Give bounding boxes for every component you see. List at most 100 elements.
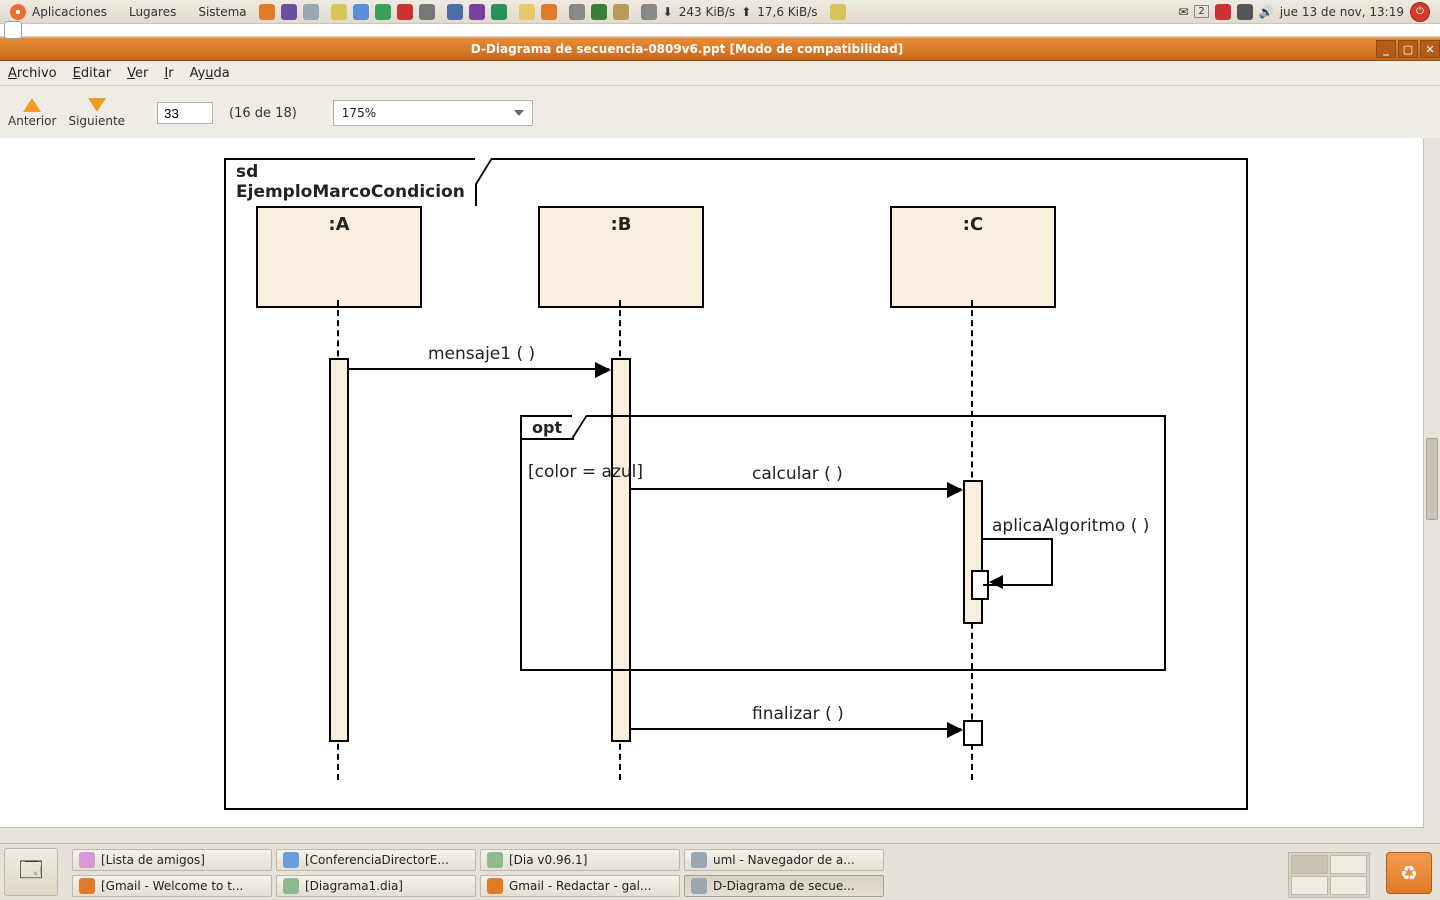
app-icon-8[interactable] xyxy=(491,4,507,20)
window-minimize-button[interactable]: _ xyxy=(1376,40,1396,58)
pidgin-icon xyxy=(79,852,95,868)
ubuntu-logo-icon[interactable] xyxy=(10,4,26,20)
tray-icon-1[interactable] xyxy=(830,4,846,20)
trash-button[interactable]: ♻ xyxy=(1386,852,1432,894)
evolution-icon[interactable] xyxy=(281,4,297,20)
prev-page-button[interactable]: Anterior xyxy=(8,98,56,128)
task-button[interactable]: [Gmail - Welcome to t... xyxy=(72,875,272,897)
task-button[interactable]: [Dia v0.96.1] xyxy=(480,849,680,871)
message-calcular-label: calcular ( ) xyxy=(752,464,843,484)
mail-badge: 2 xyxy=(1194,5,1208,18)
opt-frame-label: opt xyxy=(520,415,574,440)
message-calcular xyxy=(629,488,961,490)
window-close-button[interactable]: ✕ xyxy=(1420,40,1440,58)
uml-frame-title: sd EjemploMarcoCondicion xyxy=(224,158,477,206)
mail-icon[interactable]: ✉ xyxy=(1178,5,1188,19)
lifeline-head-C: :C xyxy=(890,206,1056,308)
task-label: D-Diagrama de secue... xyxy=(713,879,855,893)
document-viewport: sd EjemploMarcoCondicion :A :B :C mensaj… xyxy=(0,138,1440,842)
app-toolbar: Anterior Siguiente (16 de 18) 175% xyxy=(0,86,1440,141)
panel-clock[interactable]: jue 13 de nov, 13:19 xyxy=(1280,5,1404,19)
menu-go[interactable]: Ir xyxy=(164,66,173,81)
tray-icon-2[interactable] xyxy=(1215,4,1231,20)
task-button[interactable]: [Lista de amigos] xyxy=(72,849,272,871)
net-icon[interactable] xyxy=(641,4,657,20)
writer-icon xyxy=(283,852,299,868)
gnome-bottom-panel: 🗔 [Lista de amigos] [ConferenciaDirector… xyxy=(0,843,1440,900)
self-call-arrowhead-icon xyxy=(989,575,1003,589)
task-label: [Gmail - Welcome to t... xyxy=(101,879,243,893)
zoom-select[interactable]: 175% xyxy=(333,100,533,126)
power-icon[interactable]: ⏻ xyxy=(1410,2,1430,22)
app-icon-5[interactable] xyxy=(419,4,435,20)
message-mensaje1 xyxy=(347,368,609,370)
app-icon-1[interactable] xyxy=(331,4,347,20)
firefox-icon xyxy=(487,878,503,894)
scrollbar-thumb[interactable] xyxy=(1426,438,1438,520)
app-icon-9[interactable] xyxy=(519,4,535,20)
task-label: [ConferenciaDirectorE... xyxy=(305,853,449,867)
sound-icon[interactable]: 🔊 xyxy=(1259,5,1274,19)
prev-page-label: Anterior xyxy=(8,114,56,128)
task-button[interactable]: Gmail - Redactar - gal... xyxy=(480,875,680,897)
arrowhead-icon xyxy=(947,722,963,738)
next-page-button[interactable]: Siguiente xyxy=(68,98,125,128)
workspace-2[interactable] xyxy=(1330,855,1367,874)
app-icon-4[interactable] xyxy=(397,4,413,20)
message-algo-label: aplicaAlgoritmo ( ) xyxy=(992,516,1149,536)
lifeline-head-A: :A xyxy=(256,206,422,308)
app-icon-10[interactable] xyxy=(541,4,557,20)
panel-menu-apps[interactable]: Aplicaciones xyxy=(32,5,107,19)
page-number-input[interactable] xyxy=(157,102,213,124)
net-up-speed: 17,6 KiB/s xyxy=(757,5,817,19)
desktop-icon: 🗔 xyxy=(19,853,43,891)
panel-menu-places[interactable]: Lugares xyxy=(129,5,176,19)
arrowhead-icon xyxy=(595,362,611,378)
document-small-icon xyxy=(4,21,22,39)
menu-file[interactable]: Archivo xyxy=(8,66,57,81)
firefox-icon[interactable] xyxy=(259,4,275,20)
net-down-speed: 243 KiB/s xyxy=(679,5,735,19)
task-button[interactable]: [Diagrama1.dia] xyxy=(276,875,476,897)
workspace-switcher[interactable] xyxy=(1288,852,1370,898)
task-label: [Diagrama1.dia] xyxy=(305,879,403,893)
menu-help[interactable]: Ayuda xyxy=(190,66,230,81)
net-down-arrow-icon: ⬇ xyxy=(663,5,673,19)
menu-edit[interactable]: Editar xyxy=(73,66,112,81)
firefox-icon xyxy=(79,878,95,894)
task-button[interactable]: uml - Navegador de a... xyxy=(684,849,884,871)
sysmon-icon-3[interactable] xyxy=(613,4,629,20)
activation-A xyxy=(329,358,349,742)
help-icon[interactable] xyxy=(303,4,319,20)
workspace-3[interactable] xyxy=(1291,876,1328,895)
window-maximize-button[interactable]: ▢ xyxy=(1398,40,1418,58)
sysmon-icon-2[interactable] xyxy=(591,4,607,20)
arrow-up-icon xyxy=(23,98,41,112)
page-counter-label: (16 de 18) xyxy=(229,106,297,121)
panel-menu-system[interactable]: Sistema xyxy=(198,5,246,19)
message-finalizar-label: finalizar ( ) xyxy=(752,704,844,724)
sysmon-icon[interactable] xyxy=(569,4,585,20)
horizontal-scrollbar[interactable] xyxy=(0,827,1424,842)
workspace-4[interactable] xyxy=(1330,876,1367,895)
workspace-1[interactable] xyxy=(1291,855,1328,874)
menu-view[interactable]: Ver xyxy=(127,66,148,81)
show-desktop-button[interactable]: 🗔 xyxy=(4,848,58,896)
next-page-label: Siguiente xyxy=(68,114,125,128)
app-icon-3[interactable] xyxy=(375,4,391,20)
slide-canvas: sd EjemploMarcoCondicion :A :B :C mensaj… xyxy=(8,140,1418,824)
window-frame-top xyxy=(0,24,1440,37)
window-titlebar[interactable]: D-Diagrama de secuencia-0809v6.ppt [Modo… xyxy=(0,37,1440,61)
trash-icon: ♻ xyxy=(1400,861,1418,885)
lifeline-head-B: :B xyxy=(538,206,704,308)
app-icon-6[interactable] xyxy=(447,4,463,20)
vertical-scrollbar[interactable] xyxy=(1423,138,1440,842)
gnome-top-panel: Aplicaciones Lugares Sistema ⬇ 243 KiB/s… xyxy=(0,0,1440,24)
task-button-active[interactable]: D-Diagrama de secue... xyxy=(684,875,884,897)
tray-icon-3[interactable] xyxy=(1237,4,1253,20)
app-menubar: Archivo Editar Ver Ir Ayuda xyxy=(0,61,1440,86)
opt-frame xyxy=(520,415,1166,671)
app-icon-7[interactable] xyxy=(469,4,485,20)
task-button[interactable]: [ConferenciaDirectorE... xyxy=(276,849,476,871)
app-icon-2[interactable] xyxy=(353,4,369,20)
